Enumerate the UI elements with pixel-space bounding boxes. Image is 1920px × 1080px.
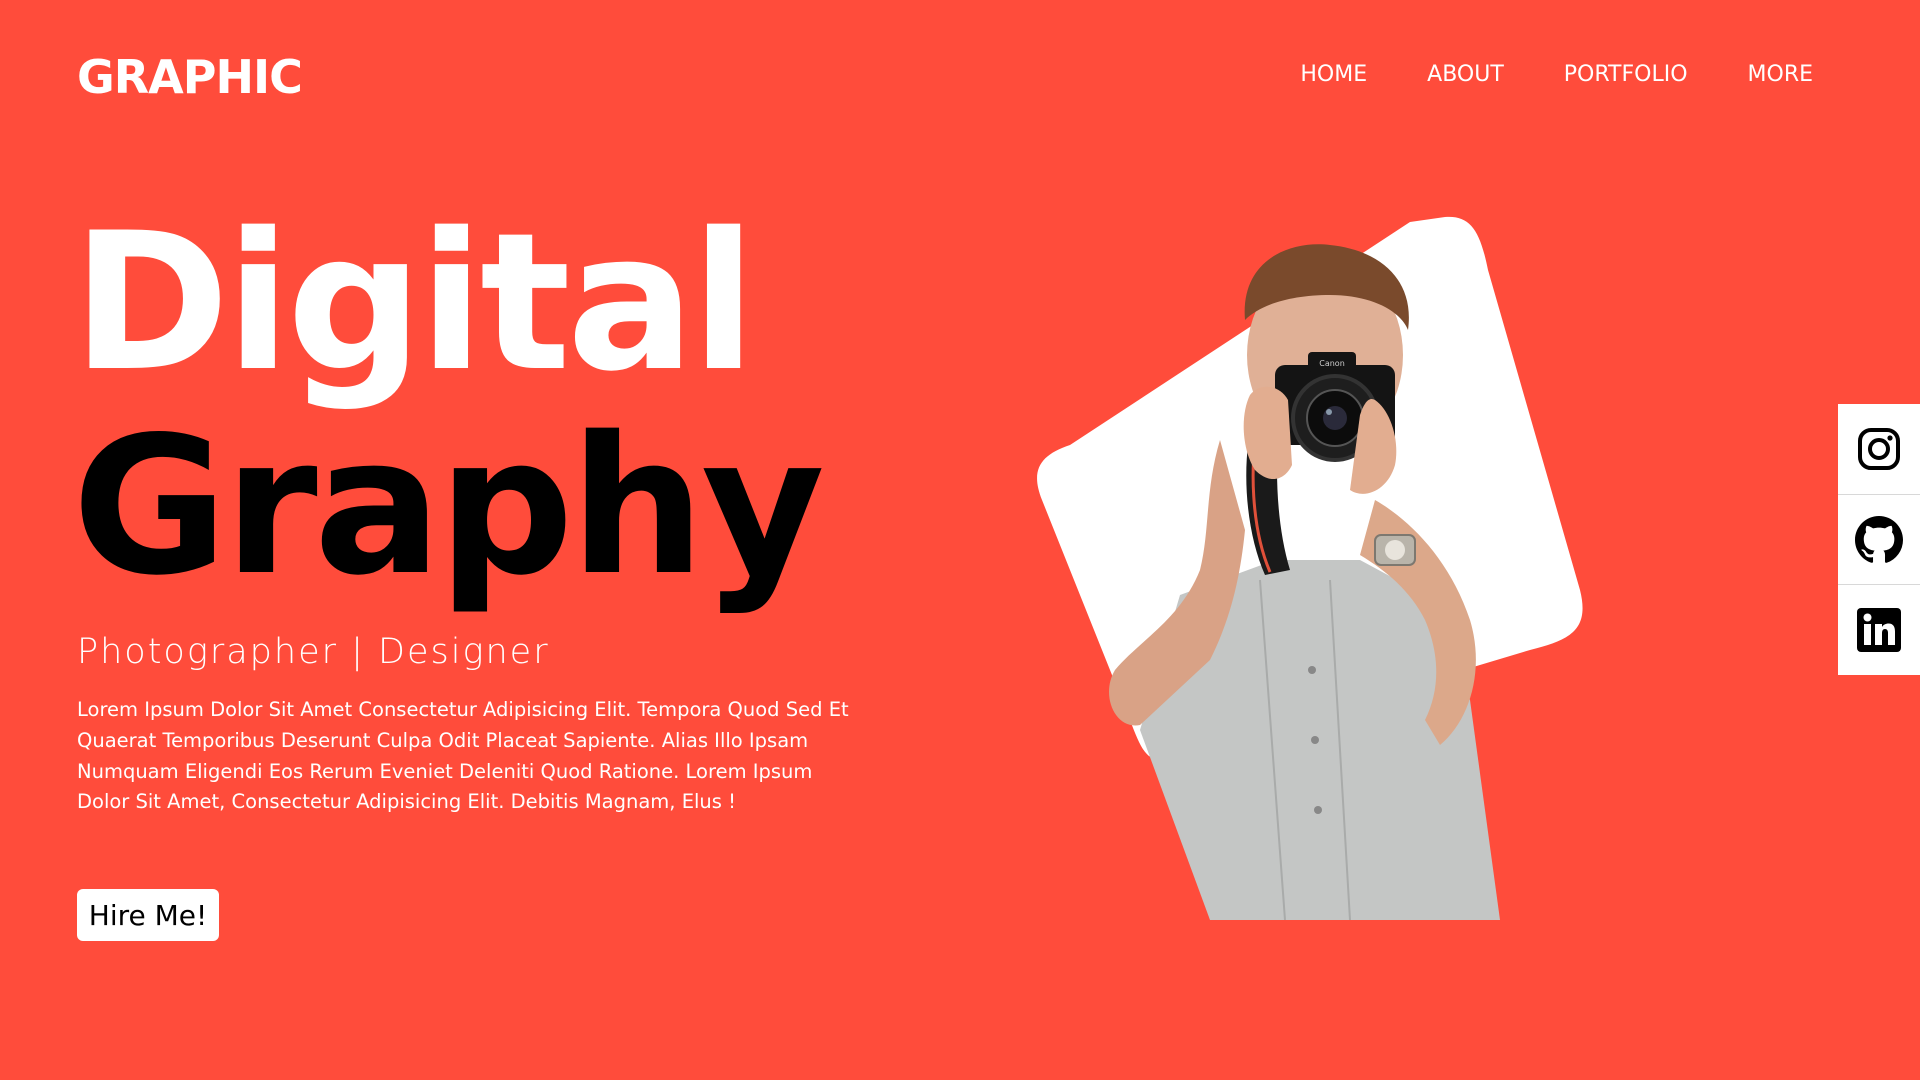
camera-brand-label: Canon [1319, 359, 1345, 368]
linkedin-link[interactable] [1838, 585, 1920, 675]
nav-home[interactable]: HOME [1300, 62, 1367, 87]
github-link[interactable] [1838, 495, 1920, 586]
linkedin-icon [1857, 608, 1901, 653]
social-sidebar [1838, 404, 1920, 675]
nav-portfolio[interactable]: PORTFOLIO [1564, 62, 1688, 87]
hero-subtitle: Photographer | Designer [77, 632, 550, 672]
hero-title-line2: Graphy [72, 396, 825, 617]
nav-about[interactable]: ABOUT [1427, 62, 1504, 87]
hire-me-button[interactable]: Hire Me! [77, 889, 219, 941]
nav-more[interactable]: MORE [1748, 62, 1813, 87]
main-nav: HOME ABOUT PORTFOLIO MORE [1300, 62, 1813, 87]
hero-title-line1: Digital [72, 192, 756, 413]
instagram-link[interactable] [1838, 404, 1920, 495]
site-logo[interactable]: GRAPHIC [77, 50, 303, 104]
page: GRAPHIC HOME ABOUT PORTFOLIO MORE Digita… [0, 0, 1920, 1080]
hero-photo: Canon [1037, 216, 1583, 920]
instagram-icon [1858, 427, 1900, 470]
github-icon [1855, 515, 1903, 563]
hero-description: Lorem Ipsum Dolor Sit Amet Consectetur A… [77, 698, 849, 814]
